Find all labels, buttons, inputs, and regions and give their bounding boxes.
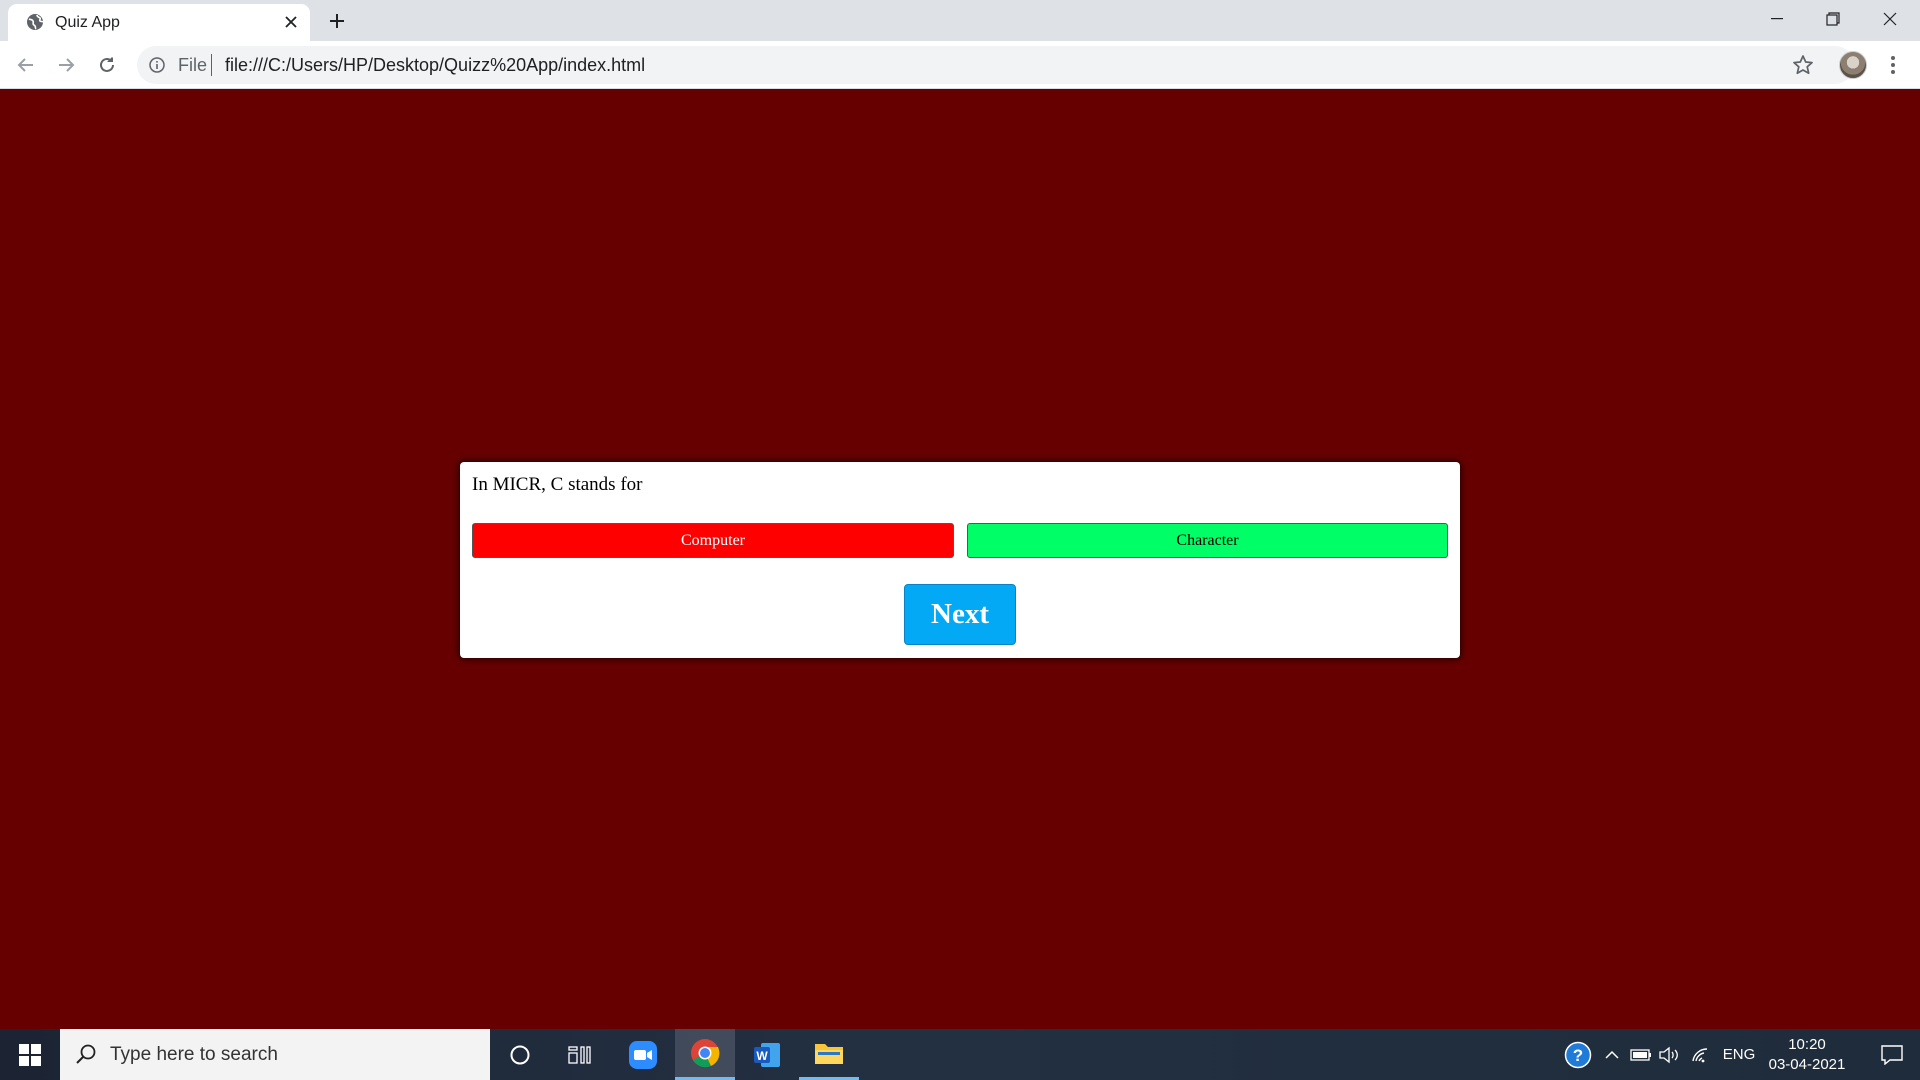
menu-dots-icon[interactable] — [1881, 51, 1905, 79]
svg-text:W: W — [756, 1049, 768, 1063]
option-button-computer[interactable]: Computer — [472, 523, 954, 558]
chevron-up-icon[interactable] — [1600, 1029, 1624, 1080]
close-tab-icon[interactable] — [280, 11, 302, 33]
windows-start-icon[interactable] — [0, 1029, 60, 1080]
language-indicator[interactable]: ENG — [1718, 1029, 1760, 1080]
zoom-app-icon[interactable] — [613, 1029, 673, 1080]
wifi-icon[interactable] — [1688, 1029, 1714, 1080]
option-button-character[interactable]: Character — [967, 523, 1448, 558]
restore-icon[interactable] — [1805, 0, 1861, 38]
volume-icon[interactable] — [1656, 1029, 1682, 1080]
reload-icon[interactable] — [93, 51, 121, 79]
info-icon[interactable] — [149, 57, 165, 73]
notifications-icon[interactable] — [1864, 1029, 1920, 1080]
url-text[interactable]: file:///C:/Users/HP/Desktop/Quizz%20App/… — [225, 55, 645, 76]
file-explorer-icon[interactable] — [799, 1029, 859, 1080]
taskbar-search-box[interactable]: Type here to search — [60, 1029, 490, 1080]
question-text: In MICR, C stands for — [472, 474, 643, 495]
task-view-icon[interactable] — [550, 1029, 610, 1080]
bookmark-star-icon[interactable] — [1792, 54, 1814, 76]
profile-avatar[interactable] — [1839, 51, 1867, 79]
minimize-icon[interactable] — [1749, 0, 1805, 38]
tab-title: Quiz App — [55, 14, 120, 31]
search-icon — [75, 1043, 97, 1065]
chrome-app-icon[interactable] — [675, 1029, 735, 1080]
browser-tab[interactable]: Quiz App — [8, 4, 310, 41]
quiz-page: In MICR, C stands for Computer Character… — [0, 89, 1920, 1029]
battery-icon[interactable] — [1628, 1029, 1654, 1080]
help-icon[interactable]: ? — [1560, 1029, 1596, 1080]
close-window-icon[interactable] — [1862, 0, 1918, 38]
cortana-icon[interactable] — [490, 1029, 550, 1080]
search-placeholder: Type here to search — [110, 1044, 278, 1065]
browser-toolbar: File file:///C:/Users/HP/Desktop/Quizz%2… — [0, 41, 1920, 89]
address-bar[interactable]: File file:///C:/Users/HP/Desktop/Quizz%2… — [137, 46, 1854, 84]
word-app-icon[interactable]: W — [737, 1029, 797, 1080]
clock-date: 03-04-2021 — [1768, 1056, 1846, 1073]
browser-tab-strip: Quiz App — [0, 0, 1920, 41]
svg-text:?: ? — [1573, 1046, 1583, 1065]
scheme-label: File — [178, 55, 208, 75]
forward-arrow-icon[interactable] — [52, 51, 80, 79]
windows-taskbar: Type here to search W ? ENG 10:20 03-04-… — [0, 1029, 1920, 1080]
back-arrow-icon[interactable] — [12, 51, 40, 79]
omnibox-divider — [211, 54, 212, 76]
next-button[interactable]: Next — [904, 584, 1016, 645]
new-tab-icon[interactable] — [324, 8, 350, 34]
quiz-card: In MICR, C stands for Computer Character… — [460, 462, 1460, 658]
globe-icon — [25, 12, 45, 32]
system-clock[interactable]: 10:20 03-04-2021 — [1760, 1035, 1854, 1075]
clock-time: 10:20 — [1788, 1036, 1826, 1053]
